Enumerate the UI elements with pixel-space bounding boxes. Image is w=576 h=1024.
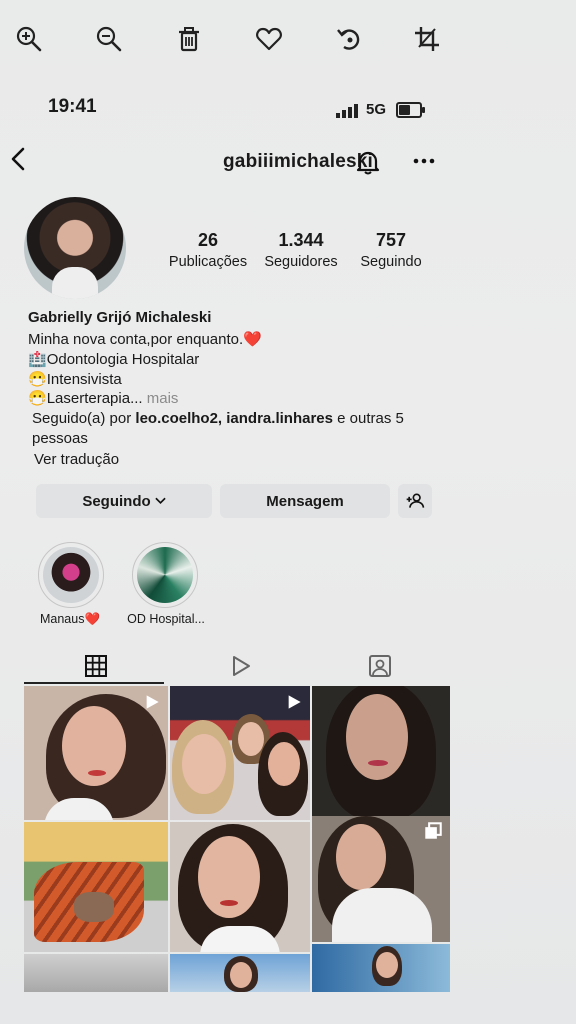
chevron-down-icon <box>154 497 166 505</box>
translate-link[interactable]: Ver tradução <box>34 450 119 470</box>
bio-name: Gabrielly Grijó Michaleski <box>28 309 212 326</box>
highlight-label-od-hospital: OD Hospital... <box>127 612 205 626</box>
post-thumbnail[interactable] <box>24 686 168 820</box>
tab-tagged[interactable] <box>366 652 394 680</box>
posts-label: Publicações <box>168 254 248 270</box>
reel-icon <box>146 695 159 709</box>
add-user-button[interactable] <box>398 484 432 518</box>
bio-line-3: 😷Intensivista <box>28 371 122 388</box>
profile-avatar[interactable] <box>24 197 126 299</box>
highlight-label-manaus: Manaus❤️ <box>39 612 101 626</box>
post-thumbnail[interactable] <box>170 686 310 820</box>
post-thumbnail[interactable] <box>312 816 450 942</box>
following-button[interactable]: Seguindo <box>36 484 212 518</box>
posts-count: 26 <box>197 230 219 250</box>
profile-username: gabiiimichaleski <box>223 151 373 172</box>
bell-icon[interactable] <box>354 148 382 176</box>
stat-following[interactable]: 757 Seguindo <box>352 230 430 270</box>
post-thumbnail[interactable] <box>312 944 450 992</box>
stat-followers[interactable]: 1.344 Seguidores <box>256 230 346 270</box>
mask-emoji: 😷 <box>28 390 47 407</box>
hospital-emoji: 🏥 <box>28 351 47 368</box>
grid-icon <box>85 655 107 677</box>
highlight-od-hospital[interactable] <box>132 542 198 608</box>
active-tab-indicator <box>24 682 164 684</box>
highlight-manaus[interactable] <box>38 542 104 608</box>
play-icon <box>233 656 250 676</box>
status-time: 19:41 <box>48 96 97 117</box>
add-user-icon <box>406 493 425 508</box>
heart-icon[interactable] <box>252 22 286 56</box>
more-options-icon[interactable] <box>412 154 436 168</box>
tab-reels[interactable] <box>226 652 254 680</box>
followers-label: Seguidores <box>264 254 338 270</box>
posts-grid <box>24 686 450 992</box>
followers-count: 1.344 <box>278 230 324 250</box>
bio-line-1: Minha nova conta,por enquanto.❤️ <box>28 331 262 348</box>
signal-icon <box>336 104 358 118</box>
trash-icon[interactable] <box>172 22 206 56</box>
reel-icon <box>288 695 301 709</box>
followed-by[interactable]: Seguido(a) por leo.coelho2, iandra.linha… <box>32 409 452 449</box>
mask-emoji: 😷 <box>28 371 47 388</box>
stat-posts[interactable]: 26 Publicações <box>164 230 252 270</box>
post-thumbnail[interactable] <box>170 954 310 992</box>
zoom-in-icon[interactable] <box>12 22 46 56</box>
bio-more-link[interactable]: mais <box>147 390 179 407</box>
carousel-icon <box>425 822 442 839</box>
post-thumbnail[interactable] <box>312 686 450 820</box>
network-label: 5G <box>366 101 387 118</box>
post-thumbnail[interactable] <box>24 954 168 992</box>
rotate-icon[interactable] <box>332 22 366 56</box>
zoom-out-icon[interactable] <box>92 22 126 56</box>
crop-icon[interactable] <box>410 22 444 56</box>
bio-line-2: 🏥Odontologia Hospitalar <box>28 351 200 368</box>
tab-grid[interactable] <box>82 652 110 680</box>
tagged-icon <box>369 655 391 677</box>
bio-line-4: 😷Laserterapia... mais <box>28 390 179 407</box>
post-thumbnail[interactable] <box>170 822 310 952</box>
heart-emoji: ❤️ <box>243 331 262 348</box>
following-label: Seguindo <box>360 254 422 270</box>
message-button[interactable]: Mensagem <box>220 484 390 518</box>
post-thumbnail[interactable] <box>24 822 168 952</box>
following-count: 757 <box>375 230 407 250</box>
battery-icon <box>396 102 425 118</box>
